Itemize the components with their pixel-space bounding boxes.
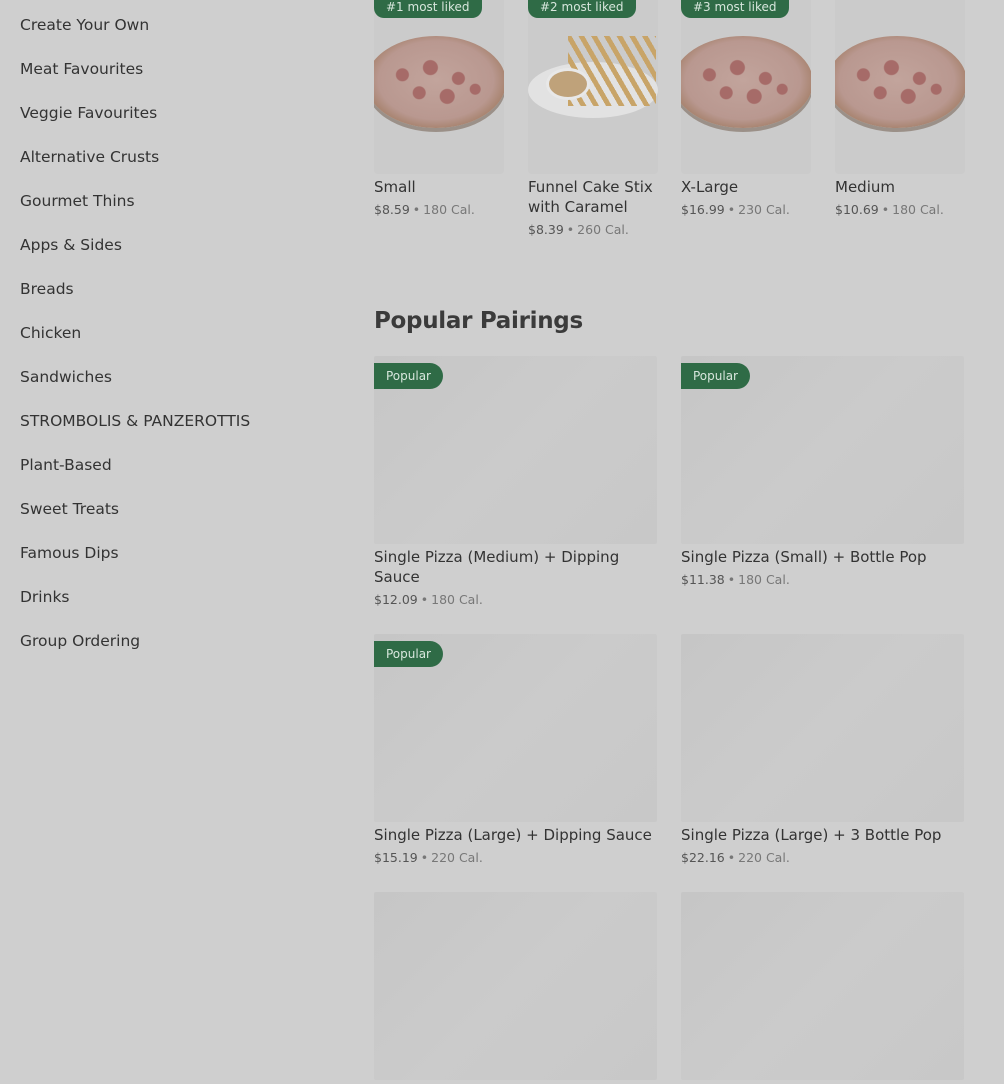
pairing-calories: 180 Cal. — [738, 572, 790, 587]
pairing-info: Single Pizza (Large) + 3 Bottle Pop $22.… — [681, 825, 964, 868]
sidebar-item-group-ordering[interactable]: Group Ordering — [20, 630, 320, 674]
pairing-meta: $15.19 • 220 Cal. — [374, 848, 657, 868]
pairing-calories: 220 Cal. — [738, 850, 790, 865]
sidebar-item-plant-based[interactable]: Plant-Based — [20, 454, 320, 498]
pairing-title[interactable]: Single Pizza (Large) + Dipping Sauce — [374, 825, 657, 845]
product-price: $16.99 — [681, 202, 725, 217]
meta-separator: • — [881, 202, 890, 217]
product-calories: 180 Cal. — [892, 202, 944, 217]
popular-pairings-heading: Popular Pairings — [374, 308, 583, 334]
popular-badge: Popular — [681, 363, 750, 389]
pairing-image[interactable] — [374, 892, 657, 1080]
sidebar-item-create-your-own[interactable]: Create Your Own — [20, 14, 320, 58]
meta-separator: • — [420, 850, 429, 865]
most-liked-badge: #2 most liked — [528, 0, 636, 18]
product-image[interactable] — [835, 0, 965, 174]
pairing-title[interactable]: Single Pizza (Medium) + Dipping Sauce — [374, 547, 657, 587]
product-price: $8.39 — [528, 222, 564, 237]
sidebar-item-sandwiches[interactable]: Sandwiches — [20, 366, 320, 410]
caramel-dip-image — [546, 68, 590, 100]
pairing-title[interactable]: Single Pizza (Large) + 3 Bottle Pop — [681, 825, 964, 845]
meta-separator: • — [727, 202, 736, 217]
pairing-calories: 220 Cal. — [431, 850, 483, 865]
sidebar-item-gourmet-thins[interactable]: Gourmet Thins — [20, 190, 320, 234]
product-price: $8.59 — [374, 202, 410, 217]
product-image[interactable] — [374, 0, 504, 174]
sidebar-item-meat-favourites[interactable]: Meat Favourites — [20, 58, 320, 102]
pairing-meta: $12.09 • 180 Cal. — [374, 590, 657, 610]
sidebar-item-strombolis-panzerottis[interactable]: STROMBOLIS & PANZEROTTIS — [20, 410, 320, 454]
product-calories: 260 Cal. — [577, 222, 629, 237]
pairing-info: Single Pizza (Medium) + Dipping Sauce $1… — [374, 547, 657, 610]
product-meta: $10.69 • 180 Cal. — [835, 200, 975, 220]
pairing-image[interactable] — [681, 892, 964, 1080]
product-meta: $8.39 • 260 Cal. — [528, 220, 668, 240]
pairing-info: Single Pizza (Small) + Bottle Pop $11.38… — [681, 547, 964, 590]
product-image[interactable] — [528, 0, 658, 174]
sidebar-item-chicken[interactable]: Chicken — [20, 322, 320, 366]
product-meta: $8.59 • 180 Cal. — [374, 200, 514, 220]
meta-separator: • — [566, 222, 575, 237]
pairing-price: $15.19 — [374, 850, 418, 865]
sidebar-item-apps-sides[interactable]: Apps & Sides — [20, 234, 320, 278]
pairing-image[interactable] — [681, 634, 964, 822]
pairing-price: $22.16 — [681, 850, 725, 865]
product-info: Medium $10.69 • 180 Cal. — [835, 177, 975, 220]
popular-badge: Popular — [374, 641, 443, 667]
menu-page: Create Your Own Meat Favourites Veggie F… — [0, 0, 1004, 1084]
most-liked-row: #1 most liked Small $8.59 • 180 Cal. #2 mo… — [374, 0, 994, 250]
sidebar-item-drinks[interactable]: Drinks — [20, 586, 320, 630]
meta-separator: • — [412, 202, 421, 217]
product-title[interactable]: Funnel Cake Stix with Caramel — [528, 177, 668, 217]
sidebar-item-veggie-favourites[interactable]: Veggie Favourites — [20, 102, 320, 146]
product-image[interactable] — [681, 0, 811, 174]
pairing-price: $12.09 — [374, 592, 418, 607]
category-sidebar: Create Your Own Meat Favourites Veggie F… — [20, 14, 320, 674]
product-title[interactable]: X-Large — [681, 177, 821, 197]
pairing-meta: $11.38 • 180 Cal. — [681, 570, 964, 590]
sidebar-item-breads[interactable]: Breads — [20, 278, 320, 322]
pizza-image — [681, 36, 811, 128]
product-price: $10.69 — [835, 202, 879, 217]
sidebar-item-alternative-crusts[interactable]: Alternative Crusts — [20, 146, 320, 190]
pairing-calories: 180 Cal. — [431, 592, 483, 607]
pairing-info: Single Pizza (Large) + Dipping Sauce $15… — [374, 825, 657, 868]
meta-separator: • — [727, 850, 736, 865]
sidebar-item-sweet-treats[interactable]: Sweet Treats — [20, 498, 320, 542]
product-meta: $16.99 • 230 Cal. — [681, 200, 821, 220]
most-liked-badge: #1 most liked — [374, 0, 482, 18]
product-info: X-Large $16.99 • 230 Cal. — [681, 177, 821, 220]
product-title[interactable]: Medium — [835, 177, 975, 197]
product-calories: 230 Cal. — [738, 202, 790, 217]
most-liked-badge: #3 most liked — [681, 0, 789, 18]
sidebar-item-famous-dips[interactable]: Famous Dips — [20, 542, 320, 586]
pairing-meta: $22.16 • 220 Cal. — [681, 848, 964, 868]
pizza-image — [835, 36, 965, 128]
meta-separator: • — [727, 572, 736, 587]
product-calories: 180 Cal. — [423, 202, 475, 217]
product-info: Small $8.59 • 180 Cal. — [374, 177, 514, 220]
pizza-image — [374, 36, 504, 128]
popular-badge: Popular — [374, 363, 443, 389]
product-info: Funnel Cake Stix with Caramel $8.39 • 260 … — [528, 177, 668, 240]
pairing-price: $11.38 — [681, 572, 725, 587]
meta-separator: • — [420, 592, 429, 607]
pairing-title[interactable]: Single Pizza (Small) + Bottle Pop — [681, 547, 964, 567]
product-title[interactable]: Small — [374, 177, 514, 197]
